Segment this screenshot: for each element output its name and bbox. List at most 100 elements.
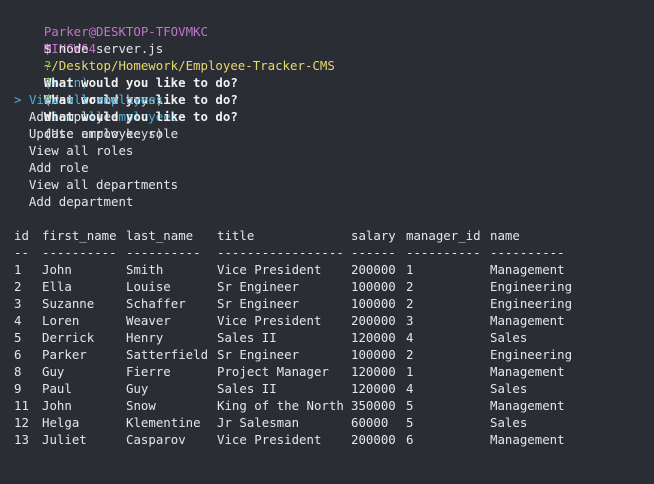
cell-department: Management <box>490 398 565 413</box>
separator: ---------- <box>42 245 117 260</box>
cell-title: Vice President <box>217 313 322 328</box>
cell-id: 4 <box>14 313 22 328</box>
table-separator-row: -- ---------- ---------- ---------------… <box>14 244 654 261</box>
cell-department: Management <box>490 432 565 447</box>
pointer-icon: > <box>14 92 22 107</box>
cell-title: King of the North <box>217 398 344 413</box>
menu-item-view-all-departments[interactable]: View all departments <box>14 176 654 193</box>
cell-salary: 60000 <box>351 415 389 430</box>
menu-item-add-department[interactable]: Add department <box>14 193 654 210</box>
cell-department: Sales <box>490 381 528 396</box>
table-row: 8 Guy Fierre Project Manager 120000 1 Ma… <box>14 363 654 380</box>
separator: ----------------- <box>217 245 344 260</box>
shell-header-line: Parker@DESKTOP-TFOVMKC MINGW64 ~/Desktop… <box>14 6 654 90</box>
cell-first-name: Suzanne <box>42 296 95 311</box>
cell-salary: 100000 <box>351 279 396 294</box>
separator: ---------- <box>406 245 481 260</box>
menu-item-view-all-roles[interactable]: View all roles <box>14 142 654 159</box>
cell-first-name: Guy <box>42 364 65 379</box>
menu-item-label: View all employees <box>28 92 164 107</box>
cell-title: Vice President <box>217 432 322 447</box>
table-row: 6 Parker Satterfield Sr Engineer 100000 … <box>14 346 654 363</box>
column-header-title: title <box>217 228 255 243</box>
cell-department: Engineering <box>490 279 573 294</box>
menu-item-add-employee[interactable]: Add employee <box>14 108 654 125</box>
cell-department: Sales <box>490 330 528 345</box>
menu-item-update-employee-role[interactable]: Update employee role <box>14 125 654 142</box>
cell-first-name: Derrick <box>42 330 95 345</box>
question-mark-icon: ? <box>43 75 52 90</box>
question-mark-icon: ? <box>43 58 52 73</box>
cell-id: 2 <box>14 279 22 294</box>
table-row: 4 Loren Weaver Vice President 200000 3 M… <box>14 312 654 329</box>
cell-title: Sales II <box>217 330 277 345</box>
separator: ---------- <box>126 245 201 260</box>
cell-title: Jr Salesman <box>217 415 300 430</box>
table-row: 1 John Smith Vice President 200000 1 Man… <box>14 261 654 278</box>
cell-id: 5 <box>14 330 22 345</box>
cell-manager-id: 1 <box>406 262 414 277</box>
table-row: 11 John Snow King of the North 350000 5 … <box>14 397 654 414</box>
employee-table: id first_name last_name title salary man… <box>14 227 654 448</box>
cell-first-name: Helga <box>42 415 80 430</box>
cell-last-name: Weaver <box>126 313 171 328</box>
cell-department: Management <box>490 364 565 379</box>
separator: ------ <box>351 245 396 260</box>
menu-item-label: View all departments <box>28 177 179 192</box>
column-header-last-name: last_name <box>126 228 194 243</box>
cell-id: 9 <box>14 381 22 396</box>
cell-title: Sales II <box>217 381 277 396</box>
cell-id: 13 <box>14 432 29 447</box>
table-row: 5 Derrick Henry Sales II 120000 4 Sales <box>14 329 654 346</box>
command-text: $ node server.js <box>43 41 164 56</box>
cell-department: Management <box>490 262 565 277</box>
menu-item-label: View all roles <box>28 143 134 158</box>
table-row: 12 Helga Klementine Jr Salesman 60000 5 … <box>14 414 654 431</box>
terminal-window[interactable]: Parker@DESKTOP-TFOVMKC MINGW64 ~/Desktop… <box>0 0 654 484</box>
cell-id: 12 <box>14 415 29 430</box>
cell-last-name: Guy <box>126 381 149 396</box>
cell-id: 11 <box>14 398 29 413</box>
menu-item-add-role[interactable]: Add role <box>14 159 654 176</box>
cell-last-name: Smith <box>126 262 164 277</box>
cell-manager-id: 2 <box>406 296 414 311</box>
cell-id: 8 <box>14 364 22 379</box>
cell-last-name: Schaffer <box>126 296 186 311</box>
cell-first-name: John <box>42 262 72 277</box>
cell-title: Project Manager <box>217 364 329 379</box>
cell-title: Vice President <box>217 262 322 277</box>
cell-last-name: Louise <box>126 279 171 294</box>
cell-salary: 100000 <box>351 296 396 311</box>
cell-department: Engineering <box>490 347 573 362</box>
cell-first-name: Juliet <box>42 432 87 447</box>
menu-list: > View all employees Add employee Update… <box>14 91 654 210</box>
table-row: 9 Paul Guy Sales II 120000 4 Sales <box>14 380 654 397</box>
cell-manager-id: 2 <box>406 279 414 294</box>
shell-user: Parker@DESKTOP-TFOVMKC <box>43 24 208 39</box>
cell-manager-id: 1 <box>406 364 414 379</box>
column-header-first-name: first_name <box>42 228 117 243</box>
menu-item-view-all-employees[interactable]: > View all employees <box>14 91 654 108</box>
cell-last-name: Satterfield <box>126 347 209 362</box>
cell-salary: 100000 <box>351 347 396 362</box>
menu-item-label: Add employee <box>28 109 119 124</box>
cell-manager-id: 2 <box>406 347 414 362</box>
cell-manager-id: 4 <box>406 381 414 396</box>
cell-first-name: Parker <box>42 347 87 362</box>
cell-first-name: Loren <box>42 313 80 328</box>
menu-item-label: Add role <box>28 160 89 175</box>
column-header-salary: salary <box>351 228 396 243</box>
cell-id: 1 <box>14 262 22 277</box>
cell-id: 6 <box>14 347 22 362</box>
cell-department: Sales <box>490 415 528 430</box>
cell-title: Sr Engineer <box>217 296 300 311</box>
cell-first-name: John <box>42 398 72 413</box>
cell-id: 3 <box>14 296 22 311</box>
table-row: 3 Suzanne Schaffer Sr Engineer 100000 2 … <box>14 295 654 312</box>
cell-salary: 120000 <box>351 381 396 396</box>
cell-salary: 200000 <box>351 262 396 277</box>
cell-salary: 200000 <box>351 432 396 447</box>
cell-title: Sr Engineer <box>217 279 300 294</box>
menu-item-label: Add department <box>28 194 134 209</box>
